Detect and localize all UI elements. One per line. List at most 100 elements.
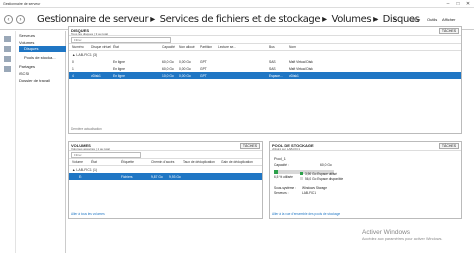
cell: 0,00 Go — [179, 59, 191, 64]
column-header[interactable]: Partition — [200, 45, 212, 49]
column-header[interactable]: Non alloué — [179, 45, 195, 49]
volumes-filter-input[interactable]: Filtrer — [71, 152, 141, 158]
cell: En ligne — [113, 73, 125, 78]
cell: 0,00 Go — [179, 66, 191, 71]
sidebar-item-storage-pools[interactable]: Pools de stocka... — [24, 55, 56, 60]
table-row[interactable]: 1 En ligne 60,0 Go 0,00 Go GPT SAS Msft … — [69, 65, 461, 72]
sidebar-item-work-folders[interactable]: Dossier de travail — [19, 78, 50, 83]
menu-tools[interactable]: Outils — [427, 15, 437, 25]
volumes-group-row[interactable]: ▲ LAB-FIC1 (1) — [69, 166, 262, 173]
column-header[interactable]: Nom — [289, 45, 296, 49]
pool-subsystem-value: Windows Storage — [302, 186, 327, 190]
pool-server-value: LAB-FIC1 — [302, 191, 316, 195]
all-servers-icon[interactable] — [4, 56, 11, 62]
breadcrumb-item[interactable]: Services de fichiers et de stockage — [160, 14, 321, 25]
breadcrumb-item[interactable]: Gestionnaire de serveur — [37, 14, 149, 25]
local-server-icon[interactable] — [4, 46, 11, 52]
refresh-icon[interactable]: ⟳ — [375, 15, 378, 25]
minimize-icon[interactable]: – — [443, 1, 453, 7]
used-legend-swatch — [300, 172, 303, 175]
sidebar-item-disks[interactable]: Disques — [19, 46, 66, 52]
column-header[interactable]: État — [91, 160, 97, 164]
disks-filter-bar: Filtrer — [69, 36, 461, 44]
cell: 60,0 Go — [162, 59, 174, 64]
close-icon[interactable]: ✕ — [463, 1, 473, 7]
column-header[interactable]: Numéro — [72, 45, 84, 49]
pool-capacity-value: 60,0 Go — [320, 163, 332, 167]
column-header[interactable]: Disque virtuel — [91, 45, 111, 49]
table-row[interactable]: 0 En ligne 60,0 Go 0,00 Go GPT SAS Msft … — [69, 58, 461, 65]
window-title: Gestionnaire de serveur — [3, 2, 41, 6]
last-update-label: Dernière actualisation — [71, 127, 102, 131]
column-header[interactable]: Gain de déduplication — [221, 160, 253, 164]
cell: En ligne — [113, 59, 125, 64]
column-header[interactable]: Bus — [269, 45, 275, 49]
volumes-panel: VOLUMES Volumes associés | 1 au total TÂ… — [68, 141, 263, 219]
cell: Fichiers — [121, 174, 133, 179]
title-bar: Gestionnaire de serveur – □ ✕ — [0, 0, 474, 8]
storage-pools-overview-link[interactable]: Aller à la vue d'ensemble des pools de s… — [272, 212, 340, 216]
group-label: ▲ LAB-FIC1 (1) — [72, 167, 98, 172]
pool-subsystem-label: Sous-système : — [274, 186, 296, 190]
sidebar-item-volumes[interactable]: Volumes — [19, 40, 34, 45]
dashboard-icon[interactable] — [4, 36, 11, 42]
pool-usage-bar-fill — [274, 170, 278, 174]
sidebar-icon-strip — [0, 31, 16, 253]
sidebar: Serveurs Volumes Disques Pools de stocka… — [0, 31, 66, 253]
cell: Msft Virtual Disk — [289, 59, 313, 64]
table-row-selected[interactable]: E: Fichiers 9,87 Go 9,93 Go — [69, 173, 262, 180]
table-row-selected[interactable]: 4 vDisk1 En ligne 10,0 Go 0,00 Go GPT Es… — [69, 72, 461, 79]
back-button[interactable]: ‹ — [4, 15, 13, 24]
disks-group-row[interactable]: ▲ LAB-FIC1 (3) — [69, 51, 461, 58]
sidebar-item-shares[interactable]: Partages — [19, 64, 35, 69]
column-header[interactable]: Capacité — [162, 45, 175, 49]
menu-manage[interactable]: Gérer — [410, 15, 420, 25]
pool-used-space: 3,90 Go Espace utilisé — [305, 171, 337, 176]
sidebar-item-servers[interactable]: Serveurs — [19, 33, 35, 38]
cell: 0 — [72, 59, 74, 64]
column-header[interactable]: Étiquette — [121, 160, 134, 164]
pool-tasks-button[interactable]: TÂCHES — [439, 143, 459, 149]
pool-used-percent: 6,5 % utilisée — [274, 175, 293, 179]
cell: 60,0 Go — [162, 66, 174, 71]
storage-pool-panel: POOL DE STOCKAGE vDisk1 sur LAB-FIC1 TÂC… — [269, 141, 462, 219]
cell: 4 — [72, 73, 74, 78]
all-volumes-link[interactable]: Aller à tous les volumes — [71, 212, 105, 216]
cell: SAS — [269, 59, 276, 64]
disks-filter-input[interactable]: Filtrer — [71, 37, 171, 43]
column-header[interactable]: Volume — [72, 160, 83, 164]
disks-panel: DISQUES Tous les disques | 3 au total TÂ… — [68, 26, 462, 134]
disks-tasks-button[interactable]: TÂCHES — [439, 28, 459, 34]
cell: En ligne — [113, 66, 125, 71]
breadcrumb: Gestionnaire de serveur ▸ Services de fic… — [37, 14, 420, 25]
cell: 9,93 Go — [169, 174, 181, 179]
cell: E: — [79, 174, 83, 179]
disks-column-headers: Numéro Disque virtuel État Capacité Non … — [69, 44, 461, 51]
cell: vDisk1 — [91, 73, 101, 78]
breadcrumb-item[interactable]: Volumes — [332, 14, 372, 25]
forward-button[interactable]: › — [16, 15, 25, 24]
column-header[interactable]: Taux de déduplication — [183, 160, 215, 164]
cell: vDisk1 — [289, 73, 299, 78]
maximize-icon[interactable]: □ — [453, 1, 463, 7]
column-header[interactable]: Chemin d'accès — [151, 160, 174, 164]
pool-header: POOL DE STOCKAGE vDisk1 sur LAB-FIC1 TÂC… — [270, 142, 461, 151]
watermark-subtitle: Accédez aux paramètres pour activer Wind… — [362, 237, 443, 241]
column-header[interactable]: Lecture se... — [218, 45, 236, 49]
cell: GPT — [200, 66, 207, 71]
volumes-tasks-button[interactable]: TÂCHES — [240, 143, 260, 149]
file-services-icon[interactable] — [4, 66, 11, 72]
activation-watermark: Activer Windows Accédez aux paramètres p… — [362, 229, 442, 241]
volumes-header: VOLUMES Volumes associés | 1 au total TÂ… — [69, 142, 262, 151]
sidebar-item-iscsi[interactable]: iSCSI — [19, 71, 29, 76]
cell: SAS — [269, 66, 276, 71]
menu-view[interactable]: Afficher — [442, 15, 456, 25]
group-label: ▲ LAB-FIC1 (3) — [72, 52, 98, 57]
column-header[interactable]: État — [113, 45, 119, 49]
pool-capacity-label: Capacité : — [274, 163, 289, 167]
flag-icon[interactable]: ⚑ — [393, 15, 397, 25]
volumes-filter-bar: Filtrer — [69, 151, 262, 159]
pool-free-space: 56,0 Go Espace disponible — [305, 176, 344, 181]
watermark-title: Activer Windows — [362, 229, 411, 236]
cell: 9,87 Go — [151, 174, 163, 179]
